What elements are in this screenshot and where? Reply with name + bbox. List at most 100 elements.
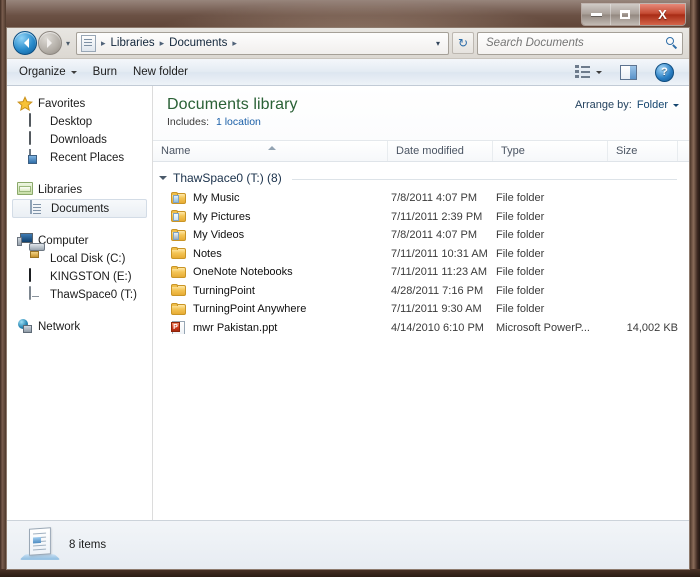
arrange-by-label: Arrange by: bbox=[574, 99, 632, 111]
star-icon bbox=[17, 95, 33, 112]
sort-ascending-icon bbox=[268, 142, 276, 150]
help-button[interactable]: ? bbox=[647, 60, 682, 85]
file-date-modified: 7/8/2011 4:07 PM bbox=[391, 229, 478, 242]
sidebar-item-recent-places[interactable]: Recent Places bbox=[7, 149, 152, 167]
arrange-by-control[interactable]: Arrange by: Folder bbox=[575, 95, 679, 111]
back-button[interactable] bbox=[13, 31, 37, 55]
organize-label: Organize bbox=[19, 66, 66, 78]
minimize-icon bbox=[590, 13, 602, 16]
hard-disk-icon bbox=[29, 251, 45, 267]
file-date-modified: 7/11/2011 11:23 AM bbox=[391, 266, 488, 279]
file-name: OneNote Notebooks bbox=[193, 266, 293, 279]
sidebar-label-network: Network bbox=[38, 321, 81, 333]
search-box[interactable] bbox=[477, 31, 683, 55]
table-row[interactable]: My Videos 7/8/2011 4:07 PM File folder bbox=[153, 226, 689, 245]
chevron-down-icon bbox=[596, 70, 602, 77]
sidebar-item-desktop[interactable]: Desktop bbox=[7, 113, 152, 131]
sidebar-item-thawspace-t[interactable]: ThawSpace0 (T:) bbox=[7, 286, 152, 304]
help-icon: ? bbox=[655, 62, 674, 82]
document-icon bbox=[30, 199, 46, 217]
column-header-type[interactable]: Type bbox=[493, 141, 608, 161]
explorer-window: X ▾ ▸ Libraries ▸ Documents ▸ ▾ ↻ Search… bbox=[0, 0, 700, 577]
breadcrumb-libraries[interactable]: Libraries bbox=[108, 36, 158, 50]
breadcrumb-separator[interactable]: ▸ bbox=[230, 38, 239, 49]
sidebar-item-kingston-e[interactable]: KINGSTON (E:) bbox=[7, 268, 152, 286]
sidebar-item-libraries[interactable]: Libraries bbox=[7, 181, 152, 199]
sidebar-item-local-disk-c[interactable]: Local Disk (C:) bbox=[7, 250, 152, 268]
breadcrumb-bar[interactable]: ▸ Libraries ▸ Documents ▸ ▾ bbox=[76, 31, 449, 55]
folder-icon bbox=[171, 284, 187, 297]
back-arrow-icon bbox=[19, 38, 29, 48]
organize-button[interactable]: Organize bbox=[11, 63, 85, 81]
breadcrumb-separator: ▸ bbox=[159, 37, 165, 48]
file-name-cell: TurningPoint bbox=[171, 284, 391, 297]
folder-icon bbox=[171, 247, 187, 260]
sidebar-item-favorites[interactable]: Favorites bbox=[7, 95, 152, 113]
arrange-by-value: Folder bbox=[636, 99, 668, 111]
sidebar-label-favorites: Favorites bbox=[38, 98, 86, 110]
minimize-button[interactable] bbox=[582, 4, 611, 25]
file-date-modified: 7/8/2011 4:07 PM bbox=[391, 192, 478, 205]
burn-label: Burn bbox=[92, 66, 117, 78]
column-headers: Name Date modified Type Size bbox=[153, 140, 689, 162]
file-list: ThawSpace0 (T:) (8) My Music 7/8/2011 4:0… bbox=[153, 162, 689, 520]
column-header-size[interactable]: Size bbox=[608, 141, 678, 161]
folder-icon bbox=[171, 302, 187, 316]
file-type: File folder bbox=[496, 210, 545, 223]
new-folder-button[interactable]: New folder bbox=[125, 63, 196, 81]
table-row[interactable]: My Music 7/8/2011 4:07 PM File folder bbox=[153, 189, 689, 208]
file-date-modified: 7/11/2011 10:31 AM bbox=[391, 247, 488, 260]
file-rows: My Music 7/8/2011 4:07 PM File folder My Pi… bbox=[153, 189, 689, 337]
monitor-icon bbox=[29, 113, 45, 130]
column-header-name-label: Name bbox=[161, 145, 191, 157]
table-row[interactable]: OneNote Notebooks 7/11/2011 11:23 AM File … bbox=[153, 263, 689, 282]
breadcrumb-dropdown-icon[interactable]: ▾ bbox=[432, 39, 444, 48]
sidebar-item-documents[interactable]: Documents bbox=[12, 199, 147, 218]
includes-label: Includes: bbox=[167, 116, 210, 128]
table-row[interactable]: TurningPoint Anywhere 7/11/2011 9:30 AM Fi… bbox=[153, 300, 689, 319]
sidebar-label-recent-places: Recent Places bbox=[50, 152, 125, 164]
burn-button[interactable]: Burn bbox=[85, 63, 125, 81]
table-row[interactable]: My Pictures 7/11/2011 2:39 PM File folder bbox=[153, 208, 689, 227]
refresh-button[interactable]: ↻ bbox=[452, 32, 474, 54]
search-input[interactable] bbox=[484, 36, 666, 50]
library-includes: Includes: 1 location bbox=[167, 116, 298, 128]
table-row[interactable]: Notes 7/11/2011 10:31 AM File folder bbox=[153, 245, 689, 264]
folder-videos-icon bbox=[171, 228, 187, 242]
maximize-icon bbox=[620, 10, 630, 19]
file-date-modified: 7/11/2011 9:30 AM bbox=[391, 303, 482, 316]
collapse-triangle-icon[interactable] bbox=[159, 175, 167, 184]
window-frame-right bbox=[690, 0, 700, 577]
history-dropdown-button[interactable]: ▾ bbox=[62, 39, 74, 48]
sidebar-item-network[interactable]: Network bbox=[7, 318, 152, 336]
sidebar-item-downloads[interactable]: Downloads bbox=[7, 131, 152, 149]
sidebar-label-local-disk-c: Local Disk (C:) bbox=[50, 253, 126, 265]
toolbar-right-group: ? bbox=[567, 60, 685, 85]
chevron-down-icon bbox=[673, 103, 679, 110]
file-date-modified: 7/11/2011 2:39 PM bbox=[391, 210, 483, 223]
file-name: mwr Pakistan.ppt bbox=[193, 321, 278, 334]
preview-pane-button[interactable] bbox=[612, 62, 645, 83]
group-header-thawspace[interactable]: ThawSpace0 (T:) (8) bbox=[153, 167, 689, 189]
maximize-button[interactable] bbox=[611, 4, 640, 25]
change-view-button[interactable] bbox=[567, 62, 610, 82]
folder-music-icon bbox=[171, 191, 187, 205]
table-row[interactable]: mwr Pakistan.ppt 4/14/2010 6:10 PM Microso… bbox=[153, 319, 689, 338]
sidebar-label-thawspace-t: ThawSpace0 (T:) bbox=[50, 289, 137, 301]
column-header-name[interactable]: Name bbox=[153, 141, 388, 161]
breadcrumb-documents[interactable]: Documents bbox=[166, 36, 230, 50]
column-header-date-modified[interactable]: Date modified bbox=[388, 141, 493, 161]
sidebar-label-libraries: Libraries bbox=[38, 184, 83, 196]
file-name: My Pictures bbox=[193, 210, 251, 223]
includes-location-link[interactable]: 1 location bbox=[216, 116, 261, 128]
forward-button[interactable] bbox=[38, 31, 62, 55]
table-row[interactable]: TurningPoint 4/28/2011 7:16 PM File folder bbox=[153, 282, 689, 301]
file-type: File folder bbox=[496, 303, 545, 316]
breadcrumb-separator: ▸ bbox=[101, 37, 106, 48]
window-frame-bottom bbox=[0, 569, 700, 577]
sidebar-label-documents: Documents bbox=[51, 202, 110, 215]
close-button[interactable]: X bbox=[640, 4, 685, 25]
